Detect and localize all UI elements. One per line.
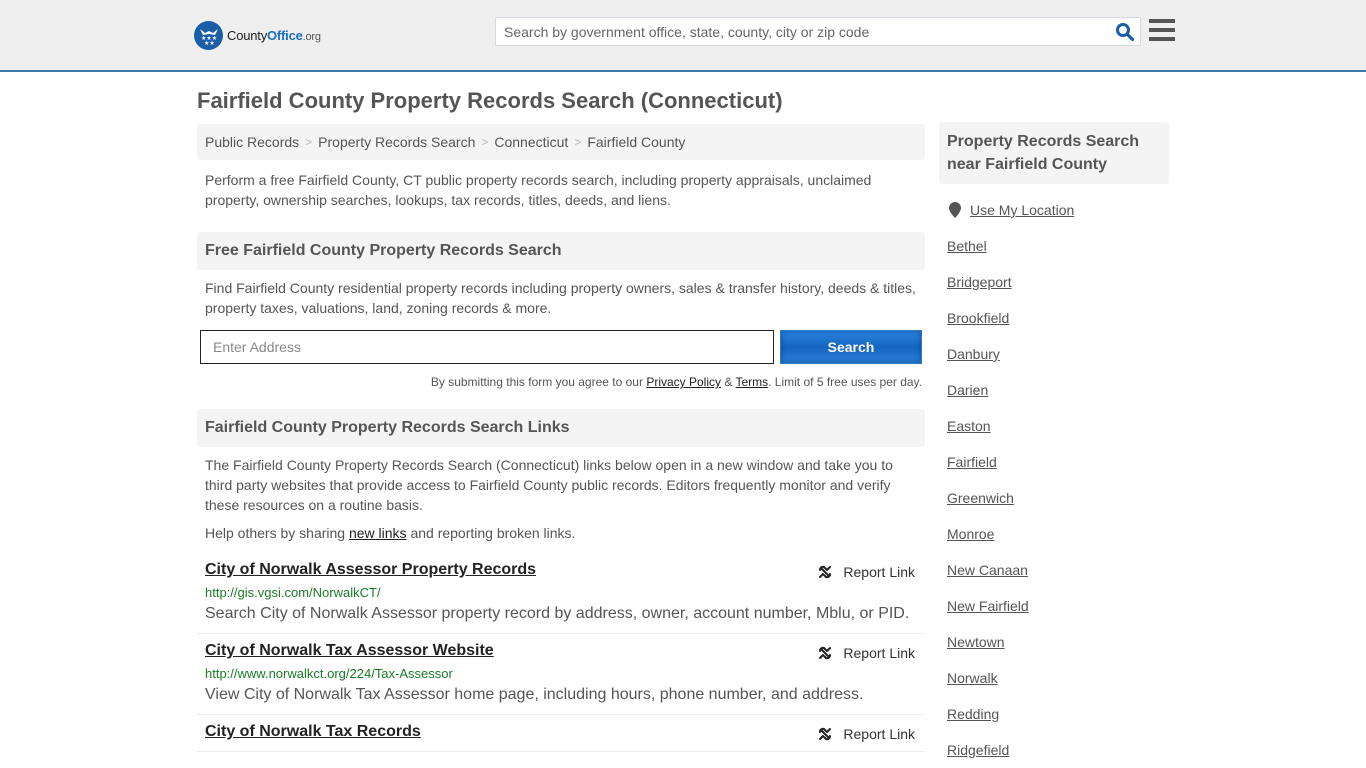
report-link-button[interactable]: Report Link [817,726,915,742]
breadcrumb-separator: > [305,135,313,149]
result-description: View City of Norwalk Tax Assessor home p… [205,686,864,703]
report-link-label: Report Link [843,564,915,580]
result-title-link[interactable]: City of Norwalk Tax Records [205,723,421,741]
city-item: Danbury [947,336,1169,372]
intro-text: Perform a free Fairfield County, CT publ… [205,172,872,208]
use-my-location-link[interactable]: Use My Location [970,202,1074,218]
report-link-label: Report Link [843,645,915,661]
main-content: Public Records > Property Records Search… [197,124,925,752]
result-url[interactable]: http://www.norwalkct.org/224/Tax-Assesso… [205,666,917,681]
page-title: Fairfield County Property Records Search… [197,88,783,113]
city-link-darien[interactable]: Darien [947,382,988,398]
city-item: Brookfield [947,300,1169,336]
city-item: Newtown [947,624,1169,660]
report-link-label: Report Link [843,726,915,742]
result-item: City of Norwalk Tax Records Report Link [197,715,925,752]
new-links-link[interactable]: new links [349,525,407,541]
report-link-button[interactable]: Report Link [817,564,915,580]
city-link-new-canaan[interactable]: New Canaan [947,562,1028,578]
city-link-fairfield[interactable]: Fairfield [947,454,997,470]
help-suffix: and reporting broken links. [406,525,576,541]
city-link-bethel[interactable]: Bethel [947,238,987,254]
city-link-monroe[interactable]: Monroe [947,526,994,542]
logo-eagle-icon: ★★★ ★★ [194,20,223,50]
breadcrumb-property-records-search[interactable]: Property Records Search [318,134,475,150]
site-search [495,17,1141,46]
address-input[interactable] [200,330,774,364]
city-item: Bethel [947,228,1169,264]
city-link-danbury[interactable]: Danbury [947,346,1000,362]
city-link-redding[interactable]: Redding [947,706,999,722]
city-item: Darien [947,372,1169,408]
terms-link[interactable]: Terms [735,375,768,389]
city-link-brookfield[interactable]: Brookfield [947,310,1009,326]
city-item: Monroe [947,516,1169,552]
city-item: Bridgeport [947,264,1169,300]
breadcrumb-separator: > [481,135,489,149]
broken-link-icon [819,727,832,741]
help-prefix: Help others by sharing [205,525,349,541]
breadcrumb-public-records[interactable]: Public Records [205,134,299,150]
links-heading: Fairfield County Property Records Search… [197,409,925,447]
logo-link[interactable]: ★★★ ★★ CountyOffice.org [194,20,321,50]
city-item: Fairfield [947,444,1169,480]
result-title-link[interactable]: City of Norwalk Tax Assessor Website [205,642,494,660]
city-link-norwalk[interactable]: Norwalk [947,670,998,686]
result-title-link[interactable]: City of Norwalk Assessor Property Record… [205,561,536,579]
breadcrumb: Public Records > Property Records Search… [197,124,925,160]
city-link-newtown[interactable]: Newtown [947,634,1005,650]
broken-link-icon [819,565,832,579]
result-url[interactable]: http://gis.vgsi.com/NorwalkCT/ [205,585,917,600]
city-list: Bethel Bridgeport Brookfield Danbury Dar… [939,228,1169,768]
breadcrumb-fairfield-county[interactable]: Fairfield County [587,134,685,150]
report-link-button[interactable]: Report Link [817,645,915,661]
site-header: ★★★ ★★ CountyOffice.org [0,0,1366,72]
city-link-greenwich[interactable]: Greenwich [947,490,1014,506]
sidebar: Property Records Search near Fairfield C… [939,122,1169,768]
disclaimer-suffix: . Limit of 5 free uses per day. [768,375,922,389]
privacy-policy-link[interactable]: Privacy Policy [646,375,721,389]
city-item: Norwalk [947,660,1169,696]
map-pin-icon [949,202,961,218]
free-search-text: Find Fairfield County residential proper… [205,280,916,316]
svg-text:★★: ★★ [204,40,215,46]
disclaimer-prefix: By submitting this form you agree to our [430,375,647,389]
broken-link-icon [819,646,832,660]
breadcrumb-separator: > [574,135,582,149]
city-link-bridgeport[interactable]: Bridgeport [947,274,1012,290]
links-text: The Fairfield County Property Records Se… [205,457,893,513]
breadcrumb-connecticut[interactable]: Connecticut [494,134,568,150]
city-link-new-fairfield[interactable]: New Fairfield [947,598,1029,614]
result-item: City of Norwalk Tax Assessor Website htt… [197,634,925,715]
address-search-button[interactable]: Search [780,330,922,364]
sidebar-heading: Property Records Search near Fairfield C… [939,122,1169,184]
logo-text: CountyOffice.org [227,27,321,43]
use-my-location: Use My Location [939,202,1169,218]
hamburger-menu-icon[interactable] [1149,19,1175,43]
disclaimer-amp: & [721,375,736,389]
city-link-easton[interactable]: Easton [947,418,991,434]
result-item: City of Norwalk Assessor Property Record… [197,553,925,634]
city-item: New Fairfield [947,588,1169,624]
city-item: Easton [947,408,1169,444]
form-disclaimer: By submitting this form you agree to our… [197,375,925,389]
result-description: Search City of Norwalk Assessor property… [205,605,910,622]
city-item: Greenwich [947,480,1169,516]
city-item: Ridgefield [947,732,1169,768]
site-search-input[interactable] [496,18,1110,45]
free-search-heading: Free Fairfield County Property Records S… [197,232,925,270]
city-item: Redding [947,696,1169,732]
city-item: New Canaan [947,552,1169,588]
results-list: City of Norwalk Assessor Property Record… [197,553,925,752]
help-text: Help others by sharing new links and rep… [197,515,925,541]
address-search-form: Search [197,330,925,366]
city-link-ridgefield[interactable]: Ridgefield [947,742,1009,758]
search-icon[interactable] [1110,18,1140,45]
